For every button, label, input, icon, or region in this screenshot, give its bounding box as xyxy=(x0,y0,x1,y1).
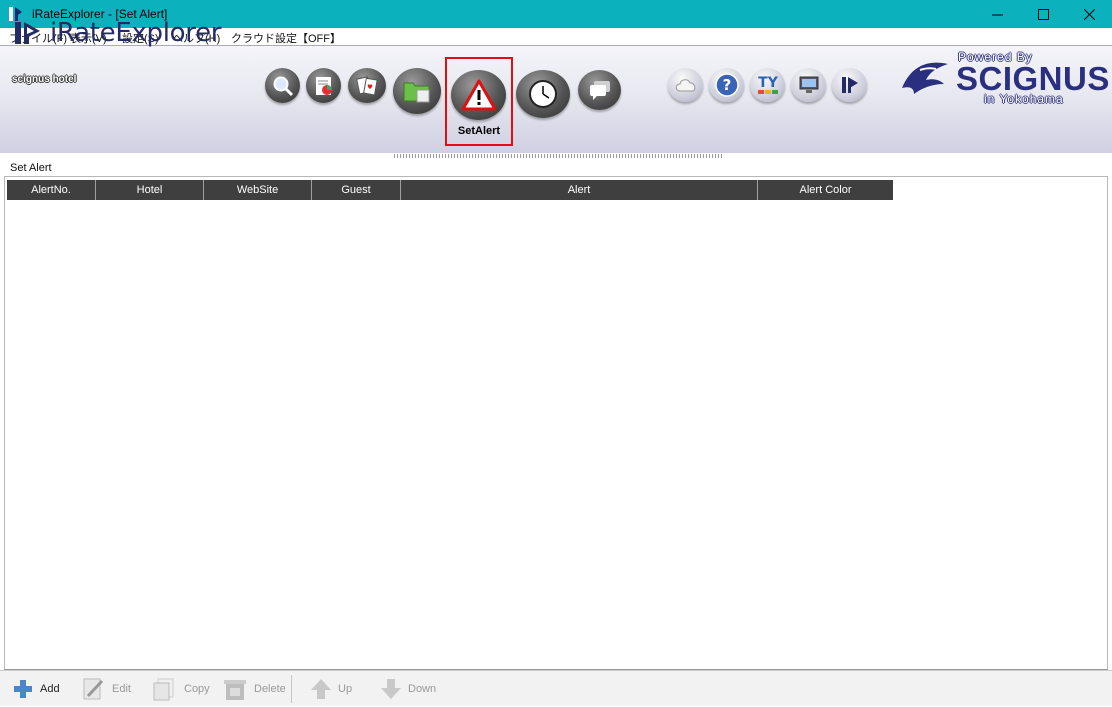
app-name: iRateExplorer xyxy=(50,18,222,48)
app-logo: iRateExplorer xyxy=(14,18,222,48)
close-icon xyxy=(1083,8,1095,20)
search-button[interactable] xyxy=(265,68,300,103)
up-button[interactable]: Up xyxy=(310,671,352,707)
copy-icon xyxy=(153,678,174,701)
column-website[interactable]: WebSite xyxy=(204,180,312,200)
help-button[interactable]: ? xyxy=(709,68,744,102)
hotel-name: scignus hotel xyxy=(12,74,77,85)
section-title: Set Alert xyxy=(10,162,52,174)
cards-button[interactable] xyxy=(348,68,386,103)
arrow-down-icon xyxy=(381,679,401,699)
trash-icon xyxy=(224,680,246,700)
cloud-icon xyxy=(675,79,695,92)
irate-logo-icon xyxy=(841,77,858,93)
monitor-icon xyxy=(799,76,818,93)
copy-button[interactable]: Copy xyxy=(152,671,210,707)
column-alert-no[interactable]: AlertNo. xyxy=(7,180,96,200)
monitor-button[interactable] xyxy=(791,68,826,102)
arrow-up-icon xyxy=(311,679,331,699)
chat-icon xyxy=(589,81,610,100)
messages-button[interactable] xyxy=(578,70,621,110)
delete-button[interactable]: Delete xyxy=(222,671,286,707)
bottom-toolbar: Add Edit Copy Delete Up Down xyxy=(0,670,1112,706)
folder-icon xyxy=(403,82,430,103)
schedule-button[interactable] xyxy=(516,70,570,118)
maximize-icon xyxy=(1037,8,1049,20)
down-label: Down xyxy=(408,683,437,695)
plus-icon xyxy=(14,680,32,698)
irate-home-button[interactable] xyxy=(832,68,867,102)
irate-logo-icon xyxy=(15,22,40,44)
search-icon xyxy=(273,76,293,96)
cards-icon xyxy=(356,75,378,95)
active-tool-label: SetAlert xyxy=(457,125,501,137)
add-label: Add xyxy=(40,683,60,695)
alert-grid-panel xyxy=(4,176,1108,670)
column-alert-color[interactable]: Alert Color xyxy=(758,180,893,200)
chart-report-icon xyxy=(315,76,332,95)
delete-label: Delete xyxy=(254,683,286,695)
down-button[interactable]: Down xyxy=(380,671,436,707)
minimize-button[interactable] xyxy=(974,0,1020,28)
clock-icon xyxy=(529,80,557,108)
edit-icon xyxy=(83,678,104,700)
edit-label: Edit xyxy=(112,683,131,695)
edit-button[interactable]: Edit xyxy=(82,671,131,707)
help-icon: ? xyxy=(714,73,739,97)
ty-icon: TY xyxy=(757,75,779,94)
close-button[interactable] xyxy=(1066,0,1112,28)
up-label: Up xyxy=(338,683,353,695)
svg-text:?: ? xyxy=(722,76,731,94)
ty-button[interactable]: TY xyxy=(750,68,785,102)
grid-header: AlertNo. Hotel WebSite Guest Alert Alert… xyxy=(7,180,893,200)
toolbar-divider xyxy=(291,675,292,703)
column-guest[interactable]: Guest xyxy=(312,180,401,200)
svg-text:TY: TY xyxy=(758,75,779,91)
maximize-button[interactable] xyxy=(1020,0,1066,28)
menu-cloud-settings[interactable]: クラウド設定【OFF】 xyxy=(231,30,341,46)
add-button[interactable]: Add xyxy=(12,671,60,707)
copy-label: Copy xyxy=(184,683,210,695)
folder-button[interactable] xyxy=(393,68,441,114)
splitter-handle[interactable] xyxy=(394,154,722,158)
cloud-button[interactable] xyxy=(668,68,703,102)
brand-location: in Yokohama xyxy=(984,92,1064,106)
scignus-bird-logo-icon xyxy=(902,62,948,94)
column-alert[interactable]: Alert xyxy=(401,180,758,200)
minimize-icon xyxy=(991,14,1003,15)
report-button[interactable] xyxy=(306,68,341,103)
column-hotel[interactable]: Hotel xyxy=(96,180,204,200)
